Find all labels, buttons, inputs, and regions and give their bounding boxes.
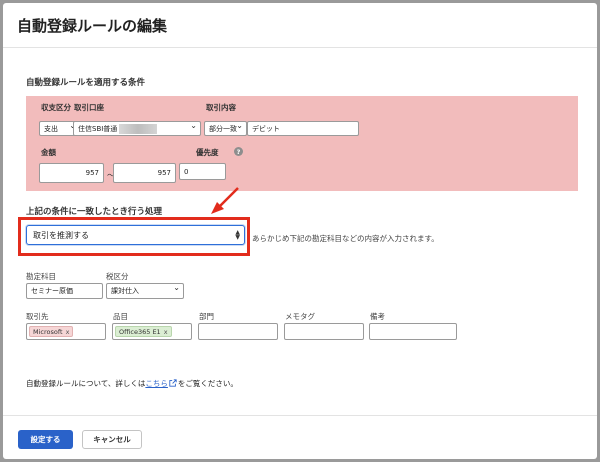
tax-select[interactable]: 課対仕入 <box>106 283 184 299</box>
memo-tag-label: メモタグ <box>285 312 315 321</box>
account-label: 取引口座 <box>74 103 104 112</box>
action-heading: 上記の条件に一致したとき行う処理 <box>26 207 163 217</box>
external-link-icon[interactable] <box>169 379 177 387</box>
partner-tag: Microsoft x <box>29 326 74 337</box>
remarks-label: 備考 <box>370 312 385 321</box>
tax-value: 課対仕入 <box>111 287 139 295</box>
select-updown-icon: ▲ ▼ <box>235 229 240 241</box>
info-text: 自動登録ルールについて、詳しくはこちら をご覧ください。 <box>26 378 238 389</box>
help-icon[interactable]: ? <box>234 147 243 156</box>
amount-label: 金額 <box>41 148 56 157</box>
details-link[interactable]: こちら <box>145 379 168 388</box>
conditions-heading: 自動登録ルールを適用する条件 <box>26 78 146 88</box>
match-type-value: 部分一致 <box>209 124 237 133</box>
amount-max-value: 957 <box>157 169 171 177</box>
submit-button[interactable]: 設定する <box>18 430 73 449</box>
action-description: あらかじめ下記の勘定科目などの内容が入力されます。 <box>252 234 439 243</box>
account-select[interactable]: 住信SBI普通 <box>73 121 201 136</box>
income-type-value: 支出 <box>44 124 58 133</box>
action-select-value: 取引を推測する <box>33 230 89 240</box>
match-type-select[interactable]: 部分一致 <box>204 121 247 136</box>
item-tag: Office365 E1 x <box>115 326 172 337</box>
annotation-arrow-icon <box>211 187 239 214</box>
partner-tag-close-icon[interactable]: x <box>66 328 70 336</box>
account-value: 住信SBI普通 <box>78 124 118 133</box>
department-label: 部門 <box>199 312 214 321</box>
cancel-button[interactable]: キャンセル <box>82 430 142 449</box>
info-text-before: 自動登録ルールについて、詳しくは <box>26 379 146 388</box>
department-input[interactable] <box>198 323 278 340</box>
amount-min-value: 957 <box>85 169 99 177</box>
transaction-content-input[interactable]: デビット <box>247 121 359 136</box>
account-item-value: セミナー原価 <box>31 287 73 295</box>
priority-value: 0 <box>184 167 189 176</box>
item-label: 品目 <box>113 312 128 321</box>
amount-min-input[interactable]: 957 <box>39 163 104 183</box>
account-item-input[interactable]: セミナー原価 <box>26 283 103 299</box>
info-text-after: をご覧ください。 <box>177 379 238 388</box>
partner-label: 取引先 <box>26 312 49 321</box>
item-tag-text: Office365 E1 <box>119 327 161 336</box>
partner-input[interactable]: Microsoft x <box>26 323 106 340</box>
redacted-block <box>119 123 158 134</box>
item-input[interactable]: Office365 E1 x <box>112 323 192 340</box>
header-divider <box>3 47 597 48</box>
account-item-label: 勘定科目 <box>26 272 56 281</box>
transaction-content-text: デビット <box>252 124 280 133</box>
income-type-label: 収支区分 <box>41 103 71 112</box>
partner-tag-text: Microsoft <box>33 327 63 336</box>
remarks-input[interactable] <box>369 323 457 340</box>
item-tag-close-icon[interactable]: x <box>164 328 168 336</box>
priority-input[interactable]: 0 <box>179 163 226 180</box>
footer-divider <box>3 415 597 416</box>
action-select[interactable]: 取引を推測する ▲ ▼ <box>26 225 245 245</box>
priority-label: 優先度 <box>196 148 219 157</box>
edit-rule-dialog: 自動登録ルールの編集 自動登録ルールを適用する条件 収支区分 取引口座 取引内容… <box>3 3 597 459</box>
dialog-title: 自動登録ルールの編集 <box>17 17 168 35</box>
memo-tag-input[interactable] <box>284 323 364 340</box>
transaction-content-label: 取引内容 <box>206 103 236 112</box>
amount-max-input[interactable]: 957 <box>113 163 176 183</box>
tax-label: 税区分 <box>106 272 129 281</box>
